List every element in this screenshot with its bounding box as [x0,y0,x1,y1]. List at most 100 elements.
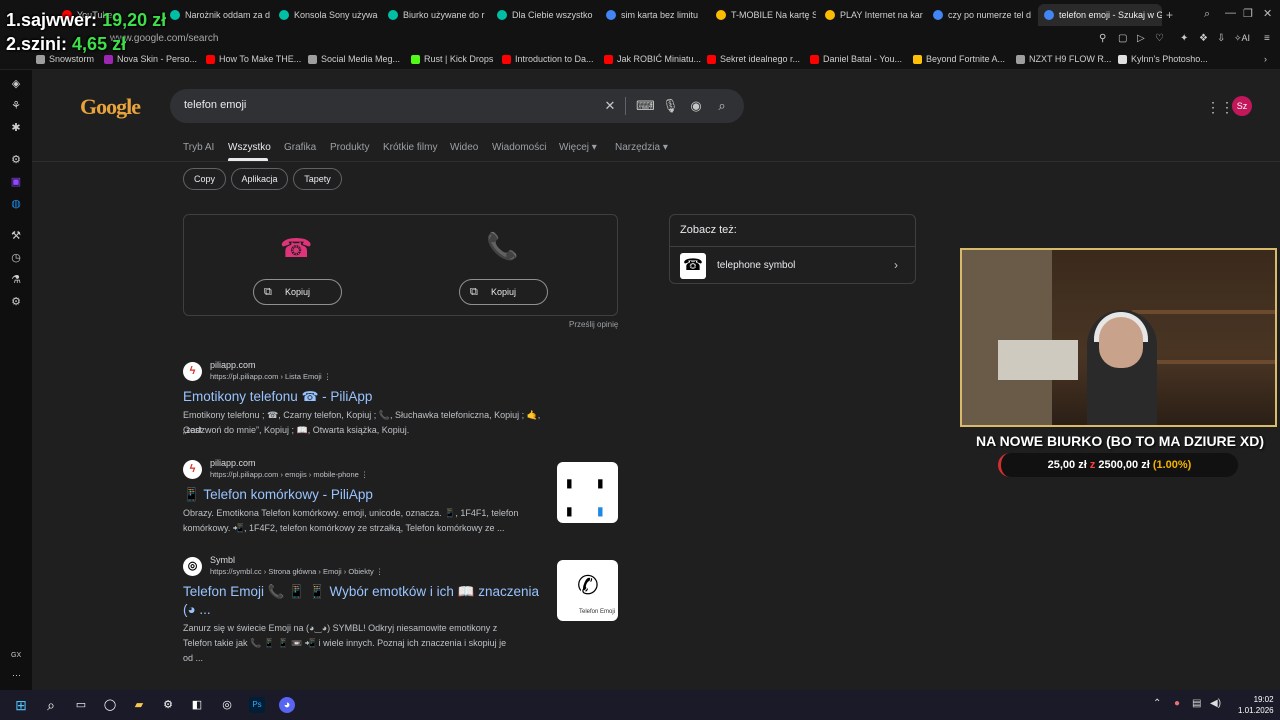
start-icon[interactable]: ⊞ [13,697,29,713]
telephone-symbol-icon[interactable]: ☎ [680,253,706,279]
opera-icon[interactable]: ◎ [219,697,235,713]
clear-icon[interactable]: ✕ [602,98,618,114]
gamer-icon[interactable]: ⚘ [10,100,22,112]
result-title[interactable]: Emotikony telefonu ☎ - PiliApp [183,389,372,405]
tab-wszystko[interactable]: Wszystko [228,142,271,153]
tab-sim-karta[interactable]: sim karta bez limitu [606,6,706,24]
search-input[interactable]: telefon emoji [184,99,246,111]
tab-czy-po-numerze[interactable]: czy po numerze tel d [933,6,1033,24]
result-title-continued[interactable]: (◕ ... [183,602,211,617]
bookmark[interactable]: Social Media Meg... [308,54,400,64]
more-options-icon[interactable]: ⋮ [361,470,369,479]
history-icon[interactable]: ◷ [10,252,22,264]
wrench-icon[interactable]: ⚒ [10,230,22,242]
google-logo[interactable]: Google [80,94,141,120]
opera-gx-icon[interactable]: ◯ [102,697,118,713]
minimize-icon[interactable]: — [1225,7,1236,19]
tray-chevron-icon[interactable]: ⌃ [1153,698,1161,709]
mic-icon[interactable]: ● [1174,698,1180,709]
tab-krotkie-filmy[interactable]: Krótkie filmy [383,142,437,153]
search-icon[interactable]: ⌕ [714,98,730,114]
chatgpt-icon[interactable]: ⚙ [10,154,22,166]
extension-icon[interactable]: ✦ [1180,33,1188,44]
tab-play[interactable]: PLAY Internet na kar [825,6,925,24]
see-also-item[interactable]: telephone symbol [717,260,795,271]
more-options-icon[interactable]: ⋮ [376,567,384,576]
network-icon[interactable]: ▤ [1192,698,1201,709]
bookmark[interactable]: NZXT H9 FLOW R... [1016,54,1111,64]
lens-icon[interactable]: ◉ [688,98,704,114]
gx-label[interactable]: GX [11,652,21,659]
result-snippet: Obrazy. Emotikona Telefon komórkowy. emo… [183,508,519,518]
bookmark[interactable]: Jak ROBIĆ Miniatu... [604,54,701,64]
search-box[interactable]: telefon emoji ✕ ⌨ 🎙 ◉ ⌕ [170,89,744,123]
tab-wiadomosci[interactable]: Wiadomości [492,142,546,153]
pin-icon[interactable]: ⚲ [1099,33,1106,44]
chevron-right-icon[interactable]: › [1264,54,1267,64]
bookmark[interactable]: Rust | Kick Drops [411,54,493,64]
keyboard-icon[interactable]: ⌨ [636,98,655,114]
fortnite-icon [913,54,922,64]
result-thumbnail[interactable]: ▮ ▮ ▮ ▮ [557,462,618,523]
task-view-icon[interactable]: ▭ [73,697,89,713]
settings-icon[interactable]: ⚙ [10,296,22,308]
tab-tryb-ai[interactable]: Tryb AI [183,142,214,153]
result-title[interactable]: 📱 Telefon komórkowy - PiliApp [183,487,373,503]
maximize-icon[interactable]: ❐ [1243,7,1253,20]
copy-button[interactable]: ⧉ Kopiuj [459,279,548,305]
volume-icon[interactable]: ◀) [1210,698,1221,709]
bookmark[interactable]: Kylnn's Photosho... [1118,54,1208,64]
search-tabs-icon[interactable]: ⌕ [1204,8,1210,21]
ai-icon[interactable]: ✧AI [1234,33,1250,44]
more-icon[interactable]: ⋯ [12,670,21,681]
tab-biurko[interactable]: Biurko używane do r [388,6,488,24]
extensions-icon[interactable]: ❖ [1199,33,1208,44]
menu-icon[interactable]: ≡ [1264,33,1270,44]
twitch-icon[interactable]: ▣ [10,176,22,188]
app-icon[interactable]: ◧ [189,697,205,713]
chevron-right-icon[interactable]: › [894,258,898,272]
tab-wideo[interactable]: Wideo [450,142,478,153]
youtube-icon [716,10,726,20]
asterisk-icon[interactable]: ✱ [10,122,22,134]
discord-icon[interactable]: ◕ [279,697,295,713]
tab-wiecej[interactable]: Więcej ▾ [559,142,597,153]
tab-grafika[interactable]: Grafika [284,142,316,153]
search-icon[interactable]: ⌕ [43,697,59,713]
copy-button[interactable]: ⧉ Kopiuj [253,279,342,305]
bookmark[interactable]: Sekret idealnego r... [707,54,800,64]
tab-dla-ciebie[interactable]: Dla Ciebie wszystko [497,6,597,24]
clock[interactable]: 19:02 1.01.2026 [1238,694,1274,716]
tab-narzedzia[interactable]: Narzędzia ▾ [615,142,668,153]
tab-naroznik[interactable]: Narożnik oddam za d [170,6,270,24]
tab-tmobile[interactable]: T-MOBILE Na kartę S [716,6,816,24]
chip-copy[interactable]: Copy [183,168,226,190]
feedback-link[interactable]: Prześlij opinię [569,320,618,329]
download-icon[interactable]: ⇩ [1217,33,1225,44]
heart-icon[interactable]: ♡ [1155,33,1164,44]
photoshop-icon[interactable]: Ps [249,697,265,713]
snapshot-icon[interactable]: ▢ [1118,33,1127,44]
steam-icon[interactable]: ⚙ [160,697,176,713]
gaming-icon[interactable]: ⚗ [10,274,22,286]
chip-aplikacja[interactable]: Aplikacja [231,168,288,190]
bookmark[interactable]: Daniel Batal - You... [810,54,902,64]
chip-tapety[interactable]: Tapety [293,168,342,190]
tab-produkty[interactable]: Produkty [330,142,369,153]
bookmark[interactable]: Introduction to Da... [502,54,594,64]
avatar[interactable]: Sz [1232,96,1252,116]
tab-konsola[interactable]: Konsola Sony używa [279,6,379,24]
more-options-icon[interactable]: ⋮ [324,372,332,381]
tab-telefon-emoji[interactable]: telefon emoji - Szukaj w G [1038,4,1162,26]
result-title[interactable]: Telefon Emoji 📞 📱 📱 Wybór emotków i ich … [183,584,539,600]
file-explorer-icon[interactable]: ▰ [131,697,147,713]
navigation-icon[interactable]: ◈ [10,78,22,90]
mic-icon[interactable]: 🎙 [662,98,679,114]
result-thumbnail[interactable]: ✆ Telefon Emoji [557,560,618,621]
bookmark[interactable]: How To Make THE... [206,54,301,64]
messenger-icon[interactable]: ◍ [10,198,22,210]
share-icon[interactable]: ▷ [1137,33,1145,44]
bookmark[interactable]: Beyond Fortnite A... [913,54,1005,64]
new-tab-icon[interactable]: + [1166,8,1173,22]
close-window-icon[interactable]: ✕ [1263,7,1272,20]
